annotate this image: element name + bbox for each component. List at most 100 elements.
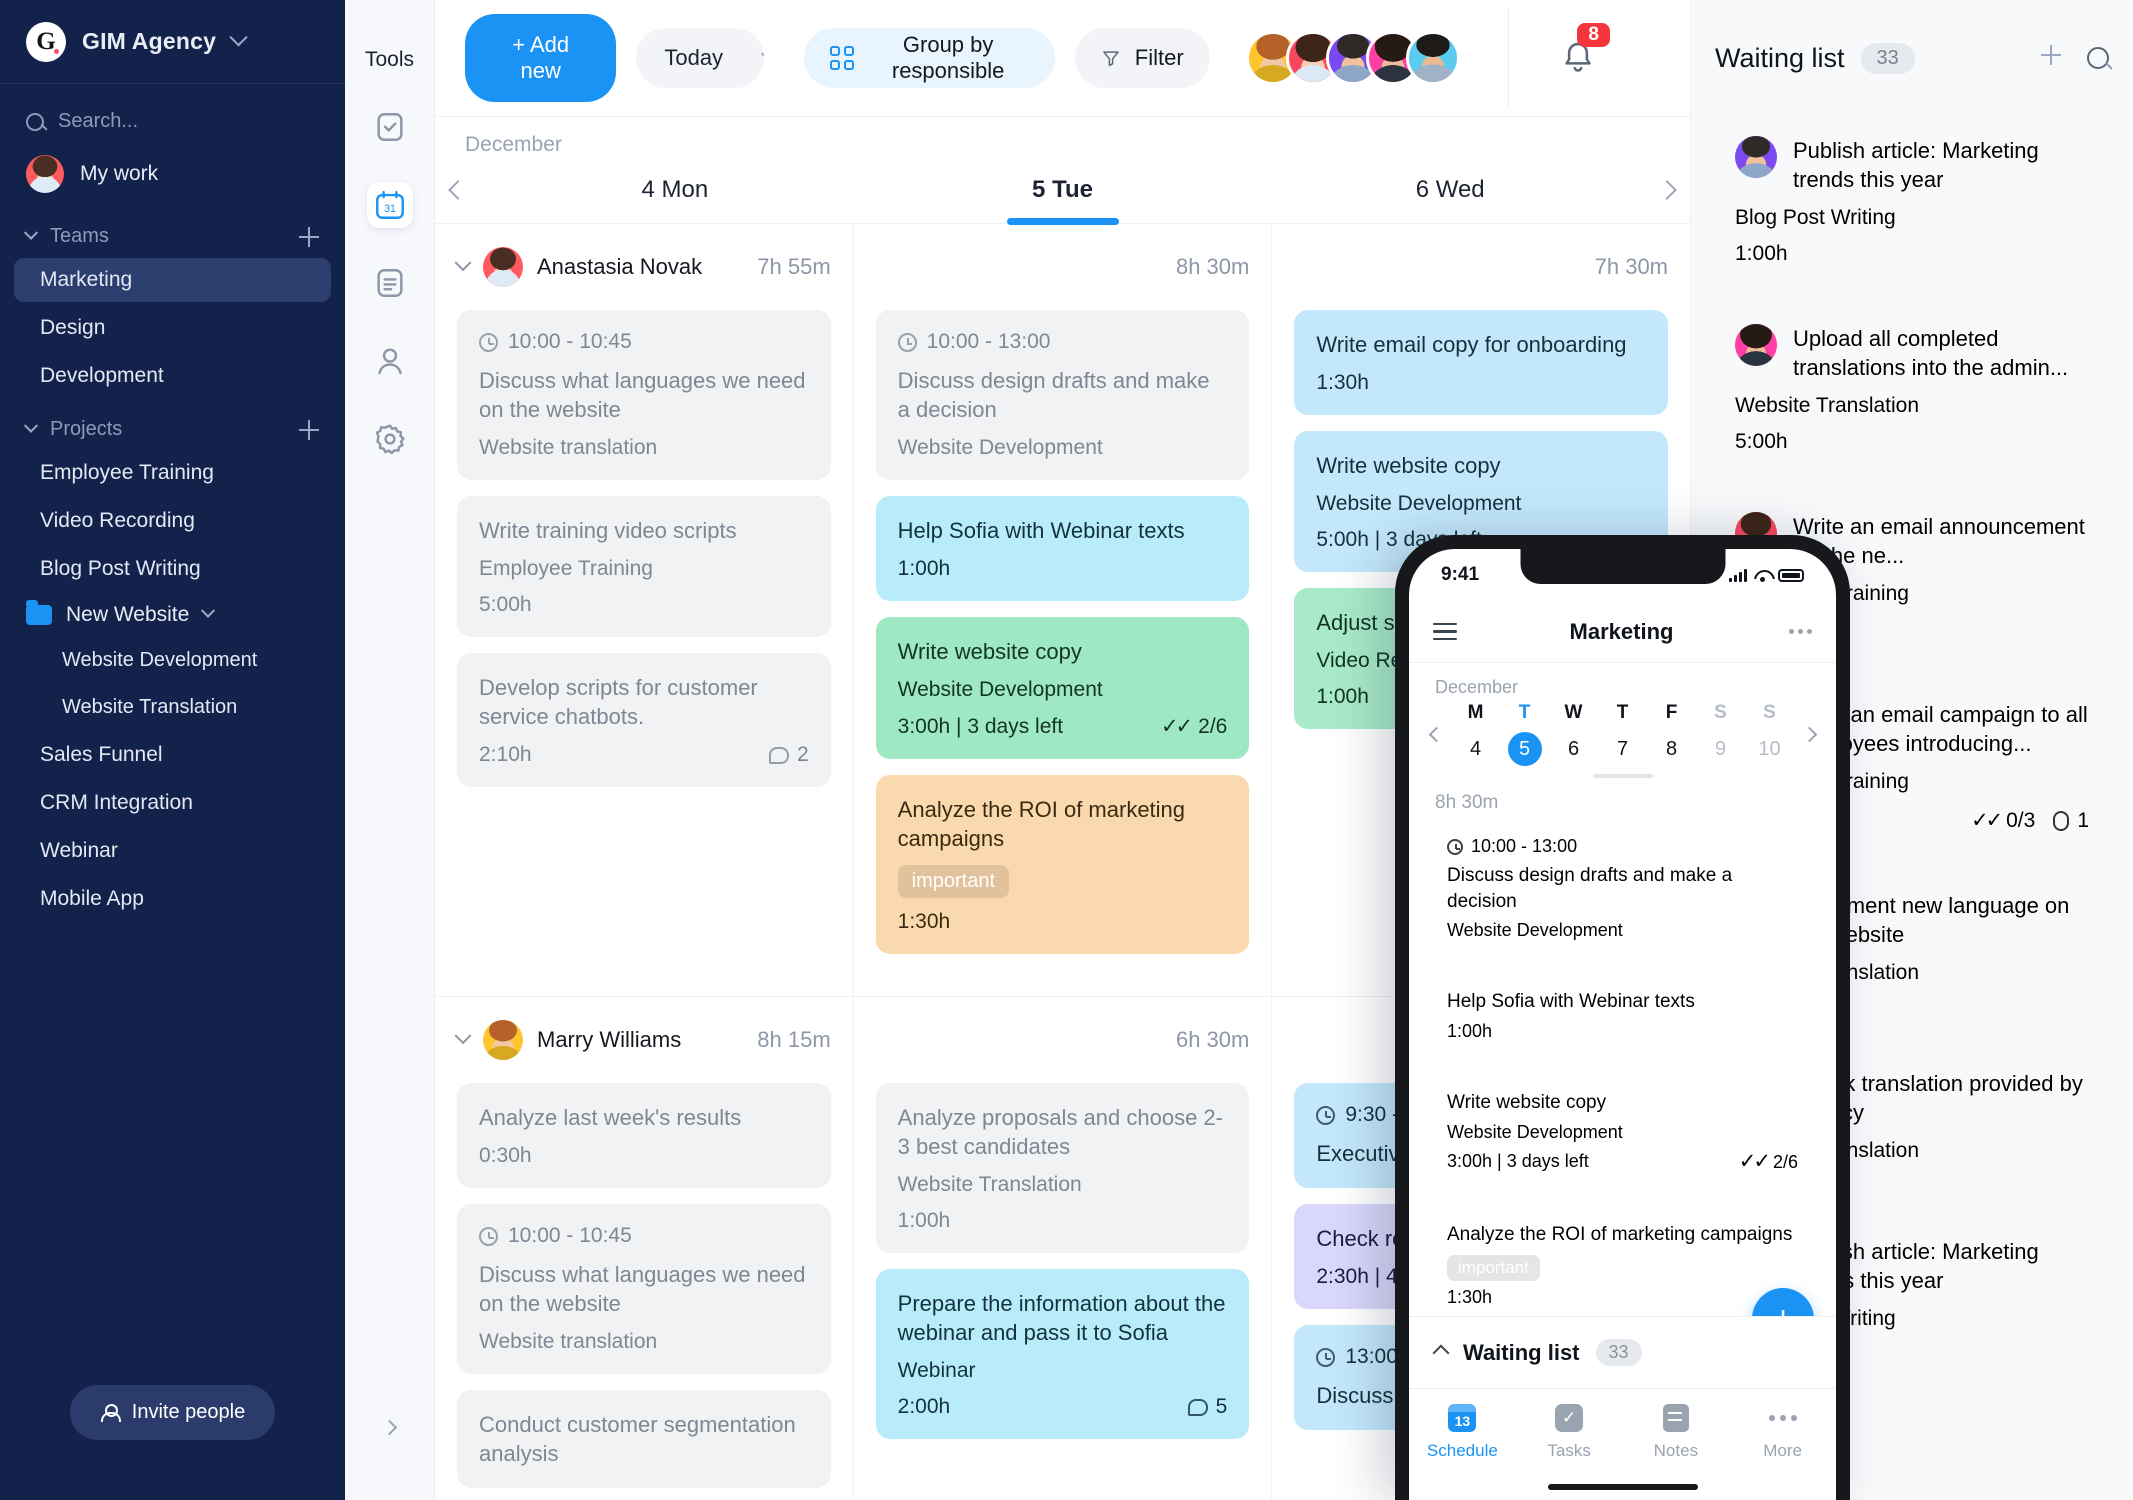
phone-day-sun[interactable]: S 10 (1745, 702, 1794, 766)
search-icon (26, 112, 44, 131)
checklist-count: 2/6 (1198, 714, 1228, 738)
task-card[interactable]: Conduct customer segmentation analysis (457, 1390, 831, 1489)
calendar-icon[interactable]: 31 (366, 182, 413, 228)
day-column-5-tue[interactable]: 5 Tue (869, 157, 1257, 223)
sidebar-item-my-work[interactable]: My work (0, 141, 345, 207)
sidebar-item-website-development[interactable]: Website Development (14, 639, 331, 682)
task-hours: 1:30h (1316, 371, 1369, 395)
task-hours: 1:30h (1447, 1287, 1493, 1308)
waiting-list-item[interactable]: Upload all completed translations into t… (1715, 304, 2109, 474)
task-card[interactable]: Develop scripts for customer service cha… (457, 653, 831, 788)
sidebar-item-website-translation[interactable]: Website Translation (14, 686, 331, 729)
sidebar-item-sales-funnel[interactable]: Sales Funnel (14, 733, 331, 777)
phone-day-tue[interactable]: T5 (1500, 702, 1549, 766)
search-input[interactable]: Search... (0, 84, 345, 141)
group-header: 8h 30m (876, 224, 1250, 310)
divider (1507, 8, 1509, 108)
clock-icon (897, 332, 917, 352)
chevron-down-icon (229, 28, 248, 47)
sidebar-item-video-recording[interactable]: Video Recording (14, 499, 331, 543)
sidebar-item-webinar[interactable]: Webinar (14, 829, 331, 873)
task-card[interactable]: Write training video scripts Employee Tr… (457, 496, 831, 638)
add-waiting-task-button[interactable] (2041, 45, 2067, 71)
folder-icon (26, 600, 52, 625)
avatar (26, 155, 64, 193)
task-project: Blog Post Writing (1735, 206, 1896, 230)
avatar[interactable] (1405, 31, 1460, 85)
today-button[interactable]: Today (636, 28, 764, 88)
sidebar-item-crm-integration[interactable]: CRM Integration (14, 781, 331, 825)
sidebar-folder-new-website[interactable]: New Website (0, 593, 345, 637)
task-card[interactable]: 10:00 - 13:00 Discuss design drafts and … (875, 310, 1250, 481)
previous-day-button[interactable] (435, 157, 481, 223)
brand-logo-icon: G (26, 21, 66, 62)
phone-waiting-list-bar[interactable]: Waiting list 33 (1409, 1316, 1836, 1388)
chevron-down-icon[interactable] (454, 254, 472, 272)
next-day-button[interactable] (1644, 157, 1690, 223)
next-week-button[interactable] (1794, 726, 1824, 742)
task-card[interactable]: Analyze proposals and choose 2-3 best ca… (875, 1083, 1250, 1254)
group-header: 6h 30m (876, 997, 1249, 1083)
weekday-label: W (1564, 702, 1583, 723)
search-icon[interactable] (2087, 47, 2109, 69)
person-icon[interactable] (367, 338, 413, 384)
phone-day-thu[interactable]: T7 (1598, 702, 1647, 766)
projects-section-header[interactable]: Projects (0, 400, 345, 449)
add-project-button[interactable] (299, 419, 319, 440)
sidebar-item-development[interactable]: Development (14, 354, 331, 398)
phone-task-card[interactable]: Help Sofia with Webinar texts 1:00h (1431, 969, 1814, 1056)
invite-people-button[interactable]: Invite people (69, 1385, 276, 1440)
comment-icon (1187, 1398, 1208, 1416)
task-card[interactable]: Analyze the ROI of marketing campaigns i… (875, 775, 1250, 955)
sidebar-item-design[interactable]: Design (14, 306, 331, 350)
phone-day-wed[interactable]: W6 (1549, 702, 1598, 766)
day-column-6-wed[interactable]: 6 Wed (1256, 157, 1644, 223)
more-icon[interactable] (1786, 629, 1812, 634)
add-team-button[interactable] (299, 226, 319, 247)
sidebar-item-blog-post-writing[interactable]: Blog Post Writing (14, 547, 331, 591)
chevron-down-icon[interactable] (454, 1027, 472, 1045)
group-header: Marry Williams 8h 15m (454, 997, 831, 1083)
task-project: Website Development (1447, 1121, 1623, 1142)
phone-day-sat[interactable]: S9 (1696, 702, 1745, 766)
sidebar-item-mobile-app[interactable]: Mobile App (14, 877, 331, 921)
tab-schedule[interactable]: 13 Schedule (1409, 1389, 1516, 1500)
phone-task-card[interactable]: Write website copy Website Development 3… (1431, 1070, 1814, 1188)
check-square-icon[interactable] (367, 104, 413, 150)
member-avatars[interactable] (1245, 31, 1460, 85)
sidebar-item-marketing[interactable]: Marketing (14, 258, 331, 302)
task-meta: 1:30h (1447, 1287, 1798, 1308)
teams-section-header[interactable]: Teams (0, 207, 345, 256)
weekday-label: S (1714, 702, 1727, 723)
task-card[interactable]: Help Sofia with Webinar texts 1:00h (875, 496, 1250, 602)
task-card[interactable]: Write website copy Website Development 3… (875, 617, 1250, 760)
task-card[interactable]: 10:00 - 10:45 Discuss what languages we … (457, 310, 831, 481)
task-card[interactable]: 10:00 - 10:45 Discuss what languages we … (457, 1204, 831, 1375)
task-hours: 1:00h (1735, 242, 1788, 266)
task-card[interactable]: Write email copy for onboarding 1:30h (1294, 310, 1669, 416)
notifications-button[interactable]: 8 (1556, 23, 1610, 85)
task-card[interactable]: Analyze last week's results 0:30h (457, 1083, 831, 1189)
waiting-list-item[interactable]: Publish article: Marketing trends this y… (1715, 116, 2109, 286)
task-title: Analyze proposals and choose 2-3 best ca… (897, 1105, 1223, 1160)
workspace-switcher[interactable]: G GIM Agency (0, 0, 345, 84)
group-by-responsible-button[interactable]: Group by responsible (803, 28, 1055, 88)
previous-week-button[interactable] (1421, 726, 1451, 742)
menu-icon[interactable] (1433, 622, 1457, 641)
task-card[interactable]: Prepare the information about the webina… (875, 1269, 1250, 1440)
day-column-4-mon[interactable]: 4 Mon (481, 157, 869, 223)
settings-icon[interactable] (367, 416, 413, 462)
filter-button[interactable]: Filter (1074, 28, 1210, 88)
phone-day-mon[interactable]: M4 (1451, 702, 1500, 766)
sidebar-item-employee-training[interactable]: Employee Training (14, 451, 331, 495)
phone-task-card[interactable]: 10:00 - 13:00 Discuss design drafts and … (1431, 822, 1814, 955)
phone-day-fri[interactable]: F8 (1647, 702, 1696, 766)
group-total-time: 8h 30m (1175, 254, 1250, 279)
notes-icon[interactable] (367, 260, 413, 306)
tab-more[interactable]: More (1729, 1389, 1836, 1500)
task-title: Analyze last week's results (479, 1105, 742, 1131)
today-dropdown-button[interactable] (743, 46, 764, 63)
expand-rail-button[interactable] (377, 1414, 403, 1440)
task-hours: 3:00h | 3 days left (1447, 1150, 1589, 1171)
add-new-button[interactable]: + Add new (465, 14, 617, 102)
